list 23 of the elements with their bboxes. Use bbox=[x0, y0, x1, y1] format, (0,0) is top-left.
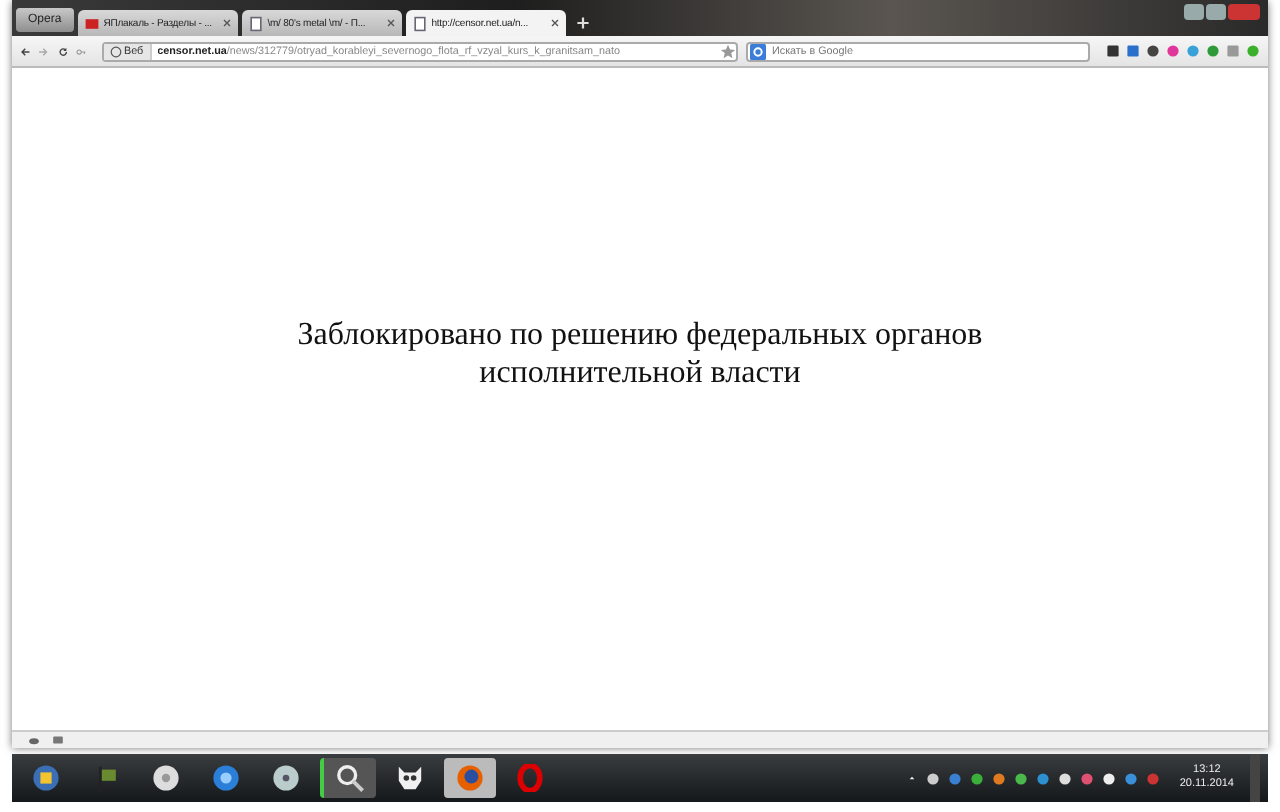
globe-icon[interactable] bbox=[212, 764, 240, 792]
start-button[interactable] bbox=[32, 764, 60, 792]
star-icon[interactable] bbox=[720, 43, 736, 59]
close-icon[interactable] bbox=[385, 18, 396, 28]
opera-icon[interactable] bbox=[516, 764, 544, 792]
close-icon[interactable] bbox=[549, 18, 560, 28]
page-icon bbox=[247, 15, 264, 31]
page-icon bbox=[411, 15, 428, 31]
new-tab-icon[interactable] bbox=[575, 16, 590, 30]
blocked-message: Заблокировано по решению федеральных органов исполнительной власти bbox=[295, 316, 985, 392]
site-icon bbox=[83, 15, 100, 31]
cd-icon[interactable] bbox=[272, 764, 300, 792]
minimize-icon[interactable] bbox=[1184, 4, 1204, 20]
panel-icon[interactable] bbox=[52, 734, 64, 746]
globe-icon bbox=[110, 45, 122, 57]
skull-icon[interactable] bbox=[396, 764, 424, 792]
maximize-icon[interactable] bbox=[1206, 4, 1226, 20]
close-icon[interactable] bbox=[221, 18, 232, 28]
tray-arrow-icon[interactable] bbox=[905, 772, 918, 784]
firefox-icon[interactable] bbox=[456, 764, 484, 792]
cloud-icon[interactable] bbox=[28, 734, 40, 746]
disc-icon[interactable] bbox=[152, 764, 180, 792]
search-icon[interactable] bbox=[336, 764, 364, 792]
